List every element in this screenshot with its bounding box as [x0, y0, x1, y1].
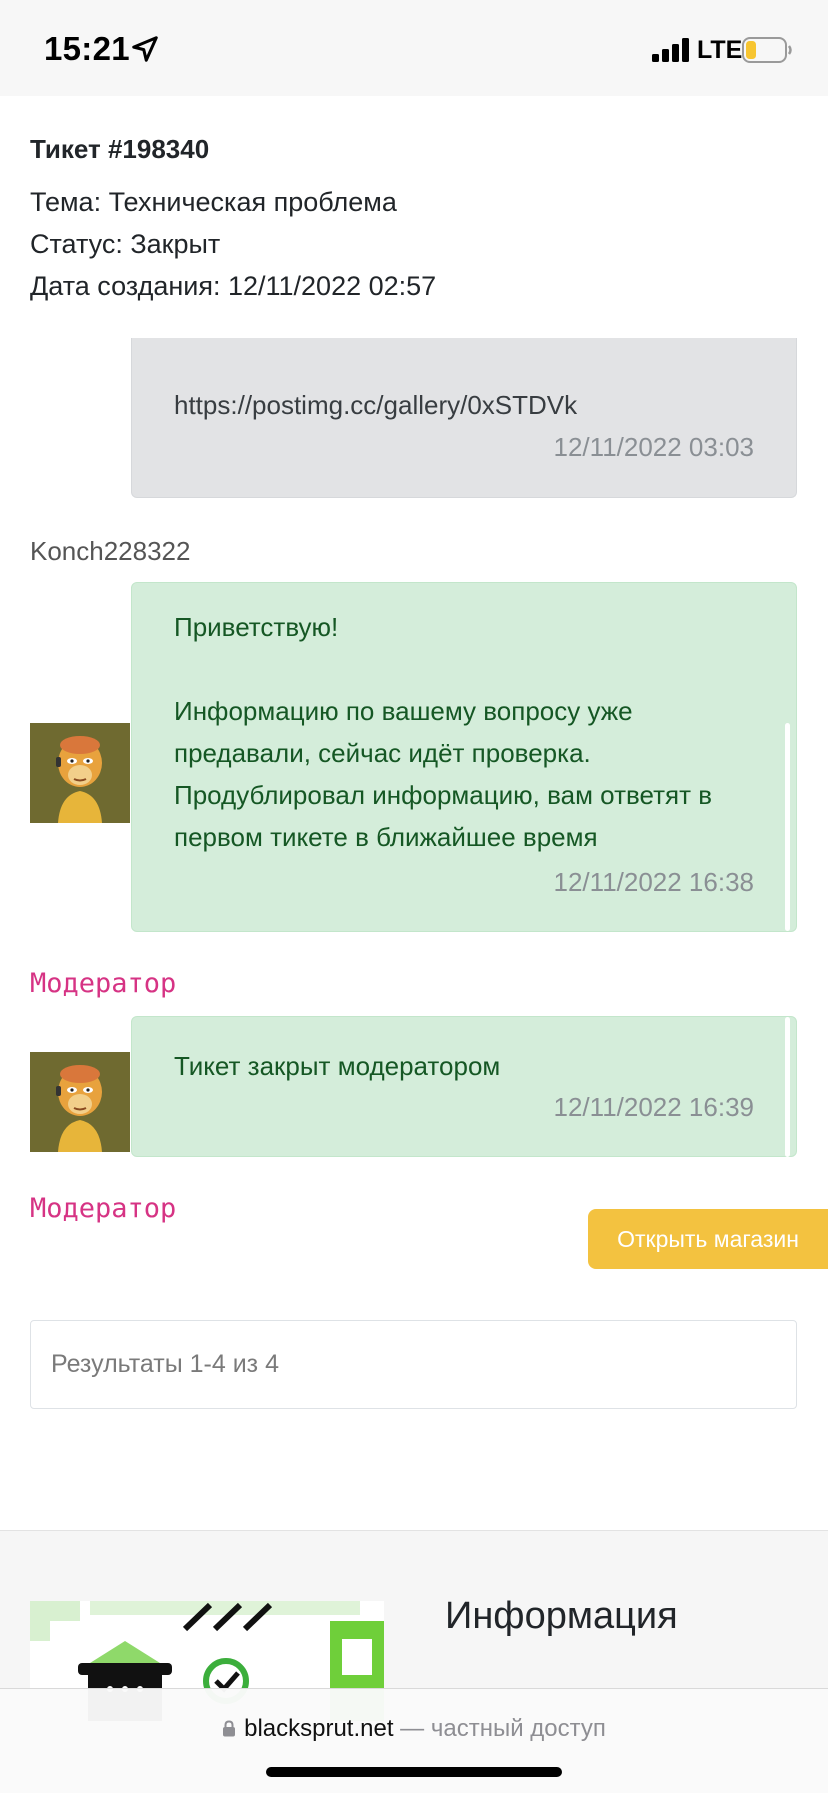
scrollbar[interactable]: [785, 723, 790, 931]
message-author: Модератор: [30, 1193, 177, 1224]
status-bar: 15:21 LTE: [0, 0, 828, 96]
url-suffix: — частный доступ: [393, 1715, 606, 1742]
message-author: Konch228322: [30, 536, 191, 566]
browser-address-bar[interactable]: blacksprut.net — частный доступ: [0, 1688, 828, 1793]
message-bubble: Приветствую! Информацию по вашему вопрос…: [131, 582, 797, 932]
message-author: Модератор: [30, 968, 177, 999]
pagination-results: Результаты 1-4 из 4: [30, 1320, 797, 1409]
open-shop-button[interactable]: Открыть магазин: [588, 1209, 828, 1269]
url-host: blacksprut.net: [244, 1715, 394, 1742]
message-text: Приветствую! Информацию по вашему вопрос…: [174, 612, 713, 852]
message-time: 12/11/2022 03:03: [553, 432, 754, 462]
ape-avatar-icon: [30, 1052, 130, 1152]
results-text: Результаты 1-4 из 4: [51, 1350, 279, 1378]
message-text: Тикет закрыт модератором: [174, 1051, 501, 1081]
message-bubble: https://postimg.cc/gallery/0xSTDVk 12/11…: [131, 338, 797, 498]
status-time: 15:21: [44, 30, 130, 67]
ticket-created-date: Дата создания: 12/11/2022 02:57: [30, 271, 437, 301]
lock-icon: [223, 1720, 236, 1737]
ape-avatar-icon: [30, 723, 130, 823]
ticket-subject: Тема: Техническая проблема: [30, 187, 397, 217]
network-type: LTE: [697, 36, 743, 64]
scrollbar[interactable]: [785, 1017, 790, 1157]
message-time: 12/11/2022 16:38: [553, 867, 754, 897]
battery-icon: [742, 37, 792, 63]
footer-heading: Информация: [445, 1595, 678, 1637]
avatar: [30, 1052, 130, 1152]
ticket-status: Статус: Закрыт: [30, 229, 221, 259]
signal-icon: [652, 38, 689, 62]
ticket-title: Тикет #198340: [30, 134, 210, 164]
location-arrow-icon: [132, 36, 158, 62]
message-bubble: Тикет закрыт модератором 12/11/2022 16:3…: [131, 1016, 797, 1157]
message-text: https://postimg.cc/gallery/0xSTDVk: [174, 390, 578, 420]
message-time: 12/11/2022 16:39: [553, 1092, 754, 1122]
home-indicator[interactable]: [266, 1767, 562, 1777]
url-display[interactable]: blacksprut.net — частный доступ: [0, 1715, 828, 1743]
avatar: [30, 723, 130, 823]
